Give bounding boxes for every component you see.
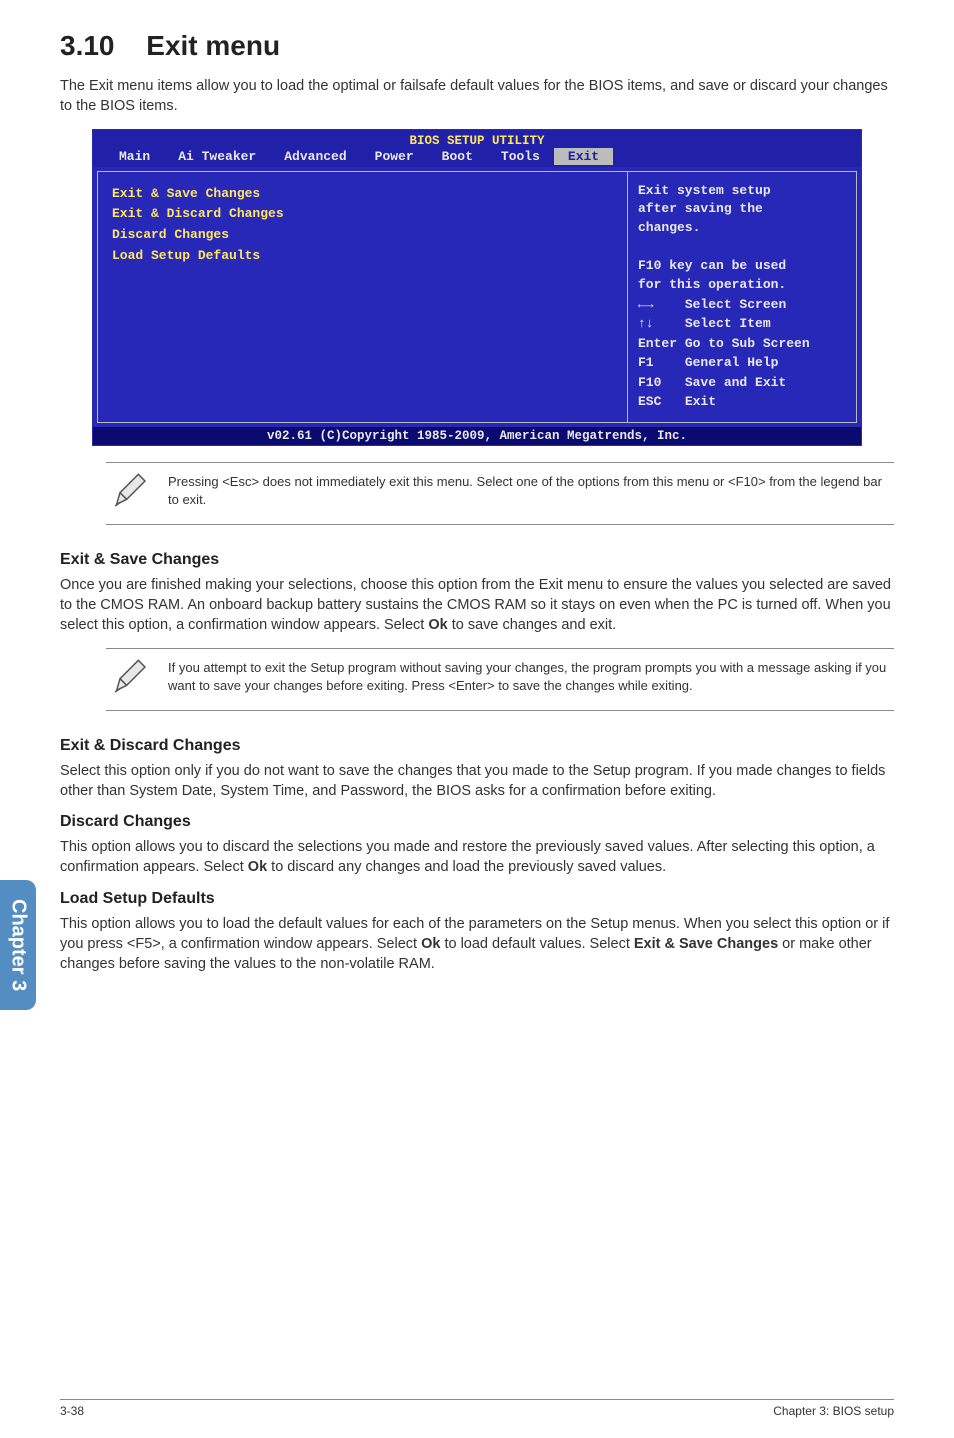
subheading-discard: Discard Changes xyxy=(60,813,894,831)
bios-menu-list: Exit & Save Changes Exit & Discard Chang… xyxy=(97,171,627,423)
page-heading: 3.10 Exit menu xyxy=(60,30,894,62)
pencil-note-icon xyxy=(110,471,150,516)
note-box: If you attempt to exit the Setup program… xyxy=(106,648,894,711)
bios-header: BIOS SETUP UTILITY Main Ai Tweaker Advan… xyxy=(93,130,861,167)
note-text: If you attempt to exit the Setup program… xyxy=(168,657,890,695)
bios-item-exit-save[interactable]: Exit & Save Changes xyxy=(112,184,613,205)
bios-help-text: Exit system setup after saving the chang… xyxy=(638,182,846,295)
bios-help-line: Exit system setup xyxy=(638,182,846,201)
bios-footer: v02.61 (C)Copyright 1985-2009, American … xyxy=(93,427,861,445)
footer-page-number: 3-38 xyxy=(60,1404,84,1418)
bios-title: BIOS SETUP UTILITY xyxy=(93,132,861,148)
bios-legend-row: ESC Exit xyxy=(638,392,846,412)
bios-tab-main[interactable]: Main xyxy=(105,148,164,165)
bios-help-line: for this operation. xyxy=(638,276,846,295)
bios-legend-row: F10 Save and Exit xyxy=(638,373,846,393)
bios-tab-advanced[interactable]: Advanced xyxy=(270,148,360,165)
bold-text: Ok xyxy=(421,936,440,952)
subheading-load-defaults: Load Setup Defaults xyxy=(60,890,894,908)
bios-tab-tools[interactable]: Tools xyxy=(487,148,554,165)
bios-help-line: changes. xyxy=(638,219,846,238)
subheading-exit-discard: Exit & Discard Changes xyxy=(60,737,894,755)
bold-text: Exit & Save Changes xyxy=(634,936,778,952)
subheading-exit-save: Exit & Save Changes xyxy=(60,551,894,569)
bios-tabbar: Main Ai Tweaker Advanced Power Boot Tool… xyxy=(93,148,861,167)
bios-help-line: F10 key can be used xyxy=(638,257,846,276)
bios-tab-boot[interactable]: Boot xyxy=(428,148,487,165)
text: to discard any changes and load the prev… xyxy=(267,859,666,875)
bios-body: Exit & Save Changes Exit & Discard Chang… xyxy=(93,167,861,427)
bios-tab-power[interactable]: Power xyxy=(361,148,428,165)
bios-tab-exit[interactable]: Exit xyxy=(554,148,613,165)
bios-legend-row: ←→ Select Screen xyxy=(638,295,846,315)
bios-legend-row: Enter Go to Sub Screen xyxy=(638,334,846,354)
text: to save changes and exit. xyxy=(448,617,616,633)
bold-text: Ok xyxy=(248,859,267,875)
bios-screenshot: BIOS SETUP UTILITY Main Ai Tweaker Advan… xyxy=(92,129,862,446)
text: to load default values. Select xyxy=(440,936,633,952)
bios-item-discard[interactable]: Discard Changes xyxy=(112,225,613,246)
bold-text: Ok xyxy=(428,617,447,633)
bios-legend-row: F1 General Help xyxy=(638,353,846,373)
page-footer: 3-38 Chapter 3: BIOS setup xyxy=(60,1399,894,1418)
heading-number: 3.10 xyxy=(60,30,115,61)
bios-help-line: after saving the xyxy=(638,200,846,219)
bios-item-load-defaults[interactable]: Load Setup Defaults xyxy=(112,246,613,267)
heading-title: Exit menu xyxy=(146,30,280,61)
pencil-note-icon xyxy=(110,657,150,702)
bios-legend: ←→ Select Screen ↑↓ Select Item Enter Go… xyxy=(638,295,846,412)
footer-chapter-label: Chapter 3: BIOS setup xyxy=(773,1404,894,1418)
paragraph-load-defaults: This option allows you to load the defau… xyxy=(60,914,894,975)
bios-item-exit-discard[interactable]: Exit & Discard Changes xyxy=(112,204,613,225)
note-text: Pressing <Esc> does not immediately exit… xyxy=(168,471,890,509)
bios-help-line xyxy=(638,238,846,257)
bios-legend-row: ↑↓ Select Item xyxy=(638,314,846,334)
paragraph-exit-save: Once you are finished making your select… xyxy=(60,575,894,636)
note-box: Pressing <Esc> does not immediately exit… xyxy=(106,462,894,525)
intro-paragraph: The Exit menu items allow you to load th… xyxy=(60,76,894,117)
bios-tab-aitweaker[interactable]: Ai Tweaker xyxy=(164,148,270,165)
chapter-tab: Chapter 3 xyxy=(0,880,36,1010)
bios-right-panel: Exit system setup after saving the chang… xyxy=(627,171,857,423)
paragraph-discard: This option allows you to discard the se… xyxy=(60,837,894,878)
paragraph-exit-discard: Select this option only if you do not wa… xyxy=(60,761,894,802)
